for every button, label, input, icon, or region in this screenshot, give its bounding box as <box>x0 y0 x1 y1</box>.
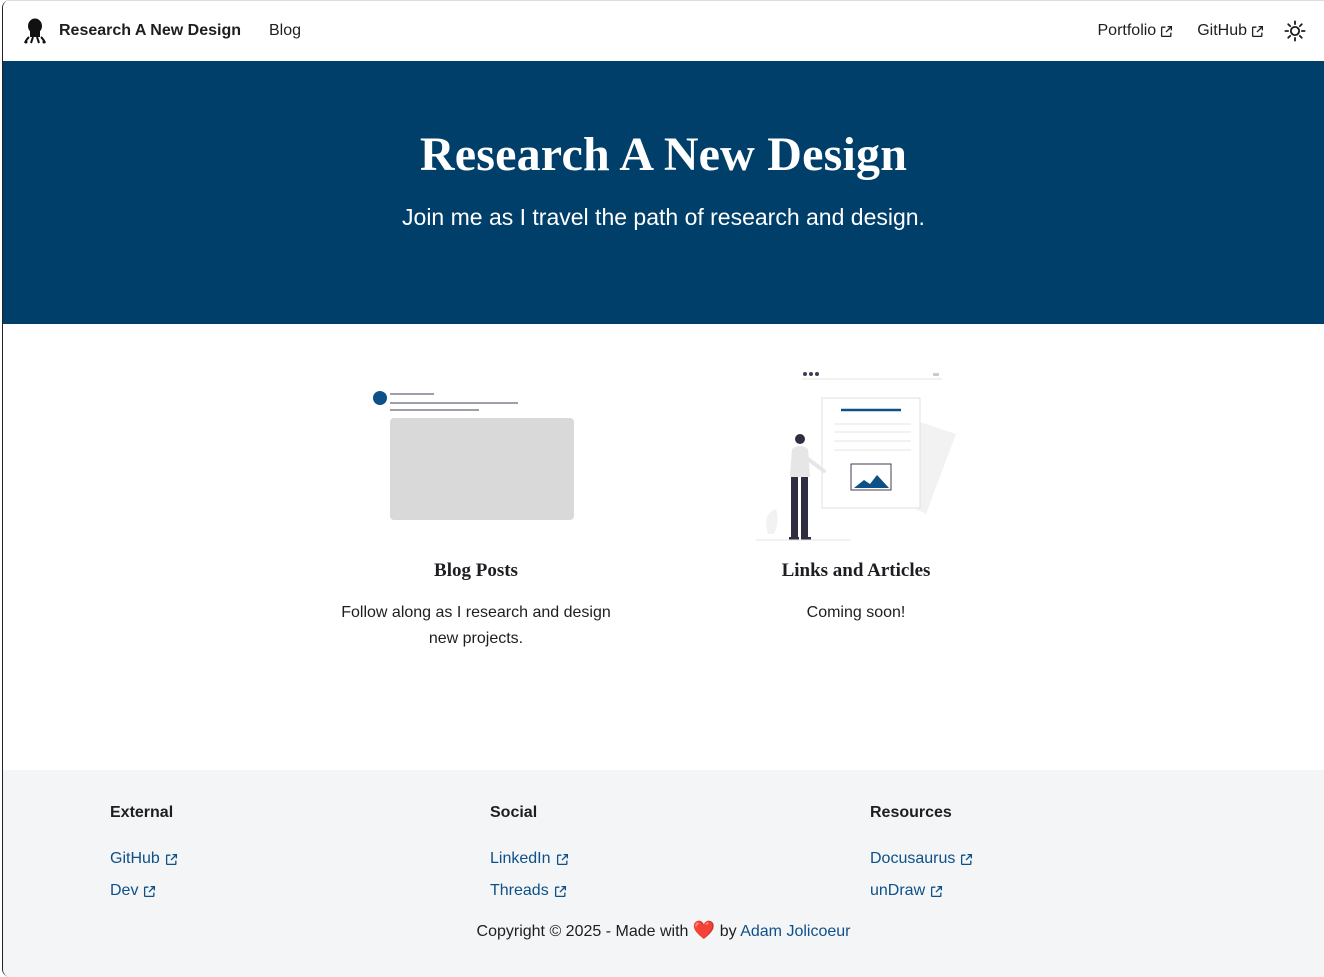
footer-link-docusaurus[interactable]: Docusaurus <box>870 843 973 875</box>
nav-github-label: GitHub <box>1197 22 1247 39</box>
footer-link-label: LinkedIn <box>490 850 551 867</box>
nav-blog-link[interactable]: Blog <box>269 22 301 40</box>
hero-title: Research A New Design <box>419 128 908 181</box>
navbar: Research A New Design Blog Portfolio Git… <box>3 0 1324 61</box>
footer-link-label: Docusaurus <box>870 850 956 867</box>
nav-portfolio-label: Portfolio <box>1097 22 1157 39</box>
footer-link-label: Threads <box>490 882 549 899</box>
footer-column-resources: Resources Docusaurus unDraw <box>870 804 973 907</box>
author-link[interactable]: Adam Jolicoeur <box>740 923 850 940</box>
external-link-icon <box>556 853 568 865</box>
browser-frame: Research A New Design Blog Portfolio Git… <box>2 0 1324 977</box>
external-link-icon <box>961 853 973 865</box>
copyright-by: by <box>719 923 737 940</box>
footer-column-title: Social <box>490 804 538 821</box>
feature-description: Coming soon! <box>806 604 906 621</box>
footer-column-social: Social LinkedIn Threads <box>490 804 569 907</box>
external-link-icon <box>1251 25 1264 37</box>
feature-title: Links and Articles <box>781 560 931 581</box>
external-link-icon <box>144 885 156 897</box>
feature-links-articles: Links and Articles Coming soon! <box>666 364 1046 626</box>
footer-column-title: External <box>110 804 174 821</box>
heart-icon: ❤️ <box>692 920 716 940</box>
feature-title: Blog Posts <box>434 560 518 581</box>
footer-link-label: GitHub <box>110 850 160 867</box>
hero-subtitle: Join me as I travel the path of research… <box>402 204 925 230</box>
navbar-right: Portfolio GitHub <box>1074 20 1307 42</box>
logo-icon <box>24 18 46 44</box>
footer-link-threads[interactable]: Threads <box>490 875 569 907</box>
feature-blog-posts: Blog Posts Follow along as I research an… <box>286 364 666 652</box>
external-link-icon <box>554 885 566 897</box>
hero-banner: Research A New Design Join me as I trave… <box>3 61 1324 324</box>
nav-github-link[interactable]: GitHub <box>1197 22 1264 40</box>
brand-title: Research A New Design <box>59 22 241 39</box>
footer-column-external: External GitHub Dev <box>110 804 178 907</box>
nav-portfolio-link[interactable]: Portfolio <box>1098 22 1174 40</box>
copyright-prefix: Copyright © 2025 - Made with <box>476 923 689 940</box>
footer-link-linkedin[interactable]: LinkedIn <box>490 843 569 875</box>
external-link-icon <box>1161 25 1173 37</box>
features-section: Blog Posts Follow along as I research an… <box>3 324 1324 770</box>
footer: External GitHub Dev Social LinkedIn Thre… <box>3 770 1324 977</box>
footer-link-label: Dev <box>110 882 139 899</box>
footer-link-undraw[interactable]: unDraw <box>870 875 973 907</box>
copyright: Copyright © 2025 - Made with ❤️ by Adam … <box>3 920 1324 941</box>
external-link-icon <box>165 853 177 865</box>
footer-link-label: unDraw <box>870 882 926 899</box>
feature-description: Follow along as I research and design ne… <box>341 604 611 647</box>
external-link-icon <box>931 885 943 897</box>
footer-link-dev[interactable]: Dev <box>110 875 178 907</box>
footer-column-title: Resources <box>870 804 952 821</box>
footer-link-github[interactable]: GitHub <box>110 843 178 875</box>
links-articles-illustration <box>756 372 956 541</box>
sun-icon[interactable] <box>1284 20 1306 42</box>
blog-posts-illustration <box>373 391 574 520</box>
brand-link[interactable]: Research A New Design <box>23 18 241 44</box>
